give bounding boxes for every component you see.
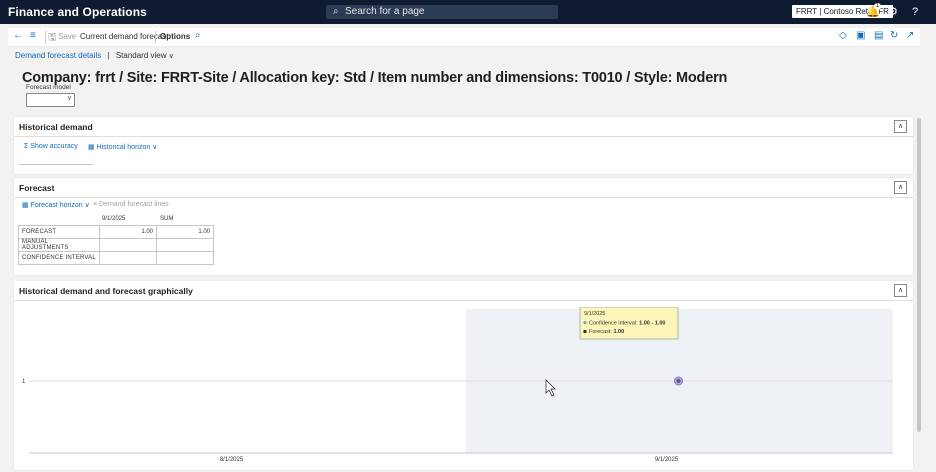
forecast-point — [676, 379, 681, 383]
options-tab[interactable]: Options — [160, 32, 190, 41]
view-selector[interactable]: Standard view — [116, 51, 167, 60]
historical-horizon-label: Historical horizon — [96, 144, 151, 151]
collapse-chevron-up-icon[interactable]: ∧ — [894, 120, 907, 133]
page-title: Company: frrt / Site: FRRT-Site / Alloca… — [22, 70, 728, 86]
save-button[interactable]: Save — [58, 32, 76, 41]
table-row: CONFIDENCE INTERVAL — [18, 251, 214, 265]
forecast-chart[interactable]: 1 8/1/2025 9/1/2025 9/1/2025 Confidence inte… — [19, 306, 901, 467]
x-tick-label: 9/1/2025 — [655, 457, 679, 463]
search-placeholder: Search for a page — [345, 6, 425, 17]
tooltip-ci-marker — [583, 320, 587, 325]
forecast-table: FORECAST 1.00 1.00 MANUAL ADJUSTMENTS CO… — [18, 225, 214, 265]
demand-forecast-lines-button[interactable]: ≡ Demand forecast lines — [93, 201, 169, 208]
chevron-down-icon: ∨ — [66, 95, 72, 102]
y-tick-label: 1 — [22, 379, 26, 385]
panel-title: Historical demand — [19, 122, 93, 132]
tooltip-ci: Confidence interval: 1.00 - 1.00 — [589, 321, 665, 327]
panel-header[interactable]: Historical demand ∧ — [14, 117, 913, 137]
forecast-horizon-label: Forecast horizon — [30, 202, 83, 209]
column-header: SUM — [160, 216, 174, 222]
chart-area[interactable]: 1 8/1/2025 9/1/2025 9/1/2025 Confidence inte… — [19, 306, 901, 463]
help-icon[interactable]: ? — [908, 4, 922, 20]
tooltip-date: 9/1/2025 — [584, 311, 605, 317]
diamond-icon[interactable]: ◇ — [839, 30, 847, 41]
forecast-model-select[interactable]: ∨ — [26, 93, 75, 107]
open-new-window-icon[interactable]: ↗ — [906, 30, 914, 41]
top-bar: Finance and Operations ⌕ Search for a pa… — [0, 0, 936, 24]
forecast-panel: Forecast ∧ ▦ Forecast horizon ∨ ≡ Demand… — [14, 178, 913, 275]
divider — [45, 31, 46, 43]
settings-icon[interactable]: ⚙ — [886, 4, 900, 20]
historical-demand-panel: Historical demand ∧ Σ Show accuracy ▦ Hi… — [14, 117, 913, 174]
tooltip-ci-value: 1.00 - 1.00 — [639, 321, 665, 327]
tooltip-forecast-value: 1.00 — [613, 329, 624, 335]
forecast-horizon-button[interactable]: ▦ Forecast horizon ∨ — [22, 201, 90, 209]
x-tick-label: 8/1/2025 — [220, 457, 244, 463]
search-icon: ⌕ — [333, 6, 339, 17]
save-icon: 🖫 — [48, 32, 57, 43]
divider — [155, 31, 156, 43]
table-row: FORECAST 1.00 1.00 — [18, 225, 214, 239]
notification-badge: 1 — [874, 3, 881, 10]
chevron-down-icon[interactable]: ∨ — [169, 53, 174, 60]
demand-forecast-lines-label: Demand forecast lines — [99, 201, 169, 208]
table-cell: 1.00 — [156, 225, 214, 239]
collapse-chevron-up-icon[interactable]: ∧ — [894, 181, 907, 194]
tooltip-forecast: Forecast: 1.00 — [589, 329, 624, 335]
table-cell[interactable]: 1.00 — [99, 225, 157, 239]
notifications-icon[interactable]: 🔔 1 — [866, 3, 881, 20]
breadcrumb-page-link[interactable]: Demand forecast details — [15, 51, 101, 60]
graph-panel: Historical demand and forecast graphical… — [14, 281, 913, 470]
table-cell — [156, 238, 214, 252]
vertical-scrollbar[interactable] — [917, 118, 921, 432]
menu-icon[interactable]: ≡ — [30, 30, 36, 41]
show-accuracy-button[interactable]: Σ Show accuracy — [24, 143, 78, 150]
column-header: 9/1/2025 — [102, 216, 126, 222]
forecast-model-label: Forecast model — [26, 84, 71, 91]
table-cell[interactable] — [99, 238, 157, 252]
historical-horizon-button[interactable]: ▦ Historical horizon ∨ — [88, 143, 157, 151]
show-accuracy-label: Show accuracy — [30, 143, 78, 150]
refresh-icon[interactable]: ↻ — [890, 30, 898, 41]
row-label: FORECAST — [18, 225, 100, 239]
table-cell[interactable] — [99, 251, 157, 265]
table-row: MANUAL ADJUSTMENTS — [18, 238, 214, 252]
row-label: CONFIDENCE INTERVAL — [18, 251, 100, 265]
action-bar: ← ≡ 🖫 Save Current demand forecast Optio… — [8, 28, 920, 47]
tooltip-forecast-marker — [583, 330, 587, 333]
search-icon[interactable]: ⌕ — [195, 30, 201, 41]
office-icon[interactable]: ▣ — [856, 30, 865, 41]
breadcrumb: Demand forecast details | Standard view … — [15, 51, 174, 60]
panel-header[interactable]: Forecast ∧ — [14, 178, 913, 198]
search-box[interactable]: ⌕ Search for a page — [326, 5, 558, 19]
row-label: MANUAL ADJUSTMENTS — [18, 238, 100, 252]
app-title[interactable]: Finance and Operations — [8, 5, 147, 19]
breadcrumb-separator: | — [107, 51, 110, 60]
panel-header[interactable]: Historical demand and forecast graphical… — [14, 281, 913, 301]
back-arrow-icon[interactable]: ← — [13, 30, 23, 41]
divider — [19, 164, 93, 165]
attachment-icon[interactable]: ▤ — [874, 30, 883, 41]
page-edge — [924, 24, 936, 470]
panel-title: Forecast — [19, 183, 55, 193]
panel-title: Historical demand and forecast graphical… — [19, 286, 193, 296]
collapse-chevron-up-icon[interactable]: ∧ — [894, 284, 907, 297]
table-cell — [156, 251, 214, 265]
